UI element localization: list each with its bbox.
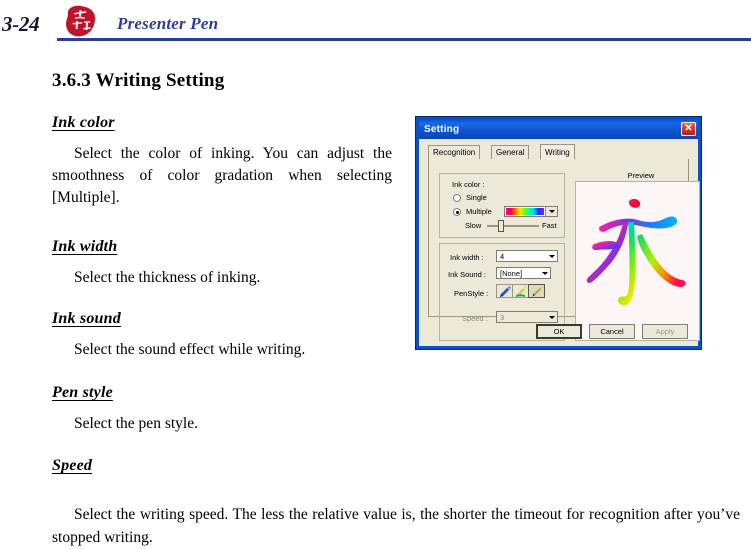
radio-single-label: Single [466, 193, 487, 202]
body-ink-sound: Select the sound effect while writing. [74, 341, 306, 358]
radio-multiple[interactable] [453, 208, 461, 216]
dialog-title: Setting [424, 124, 460, 135]
ink-sound-combo[interactable]: [None] [496, 267, 551, 279]
dialog-tabs: Recognition General Writing [428, 144, 689, 160]
preview-canvas [575, 181, 700, 341]
header-title: Presenter Pen [117, 14, 219, 33]
red-seal-logo-icon [62, 4, 99, 38]
dialog-body: Recognition General Writing Ink color : … [422, 139, 700, 343]
cancel-button[interactable]: Cancel [589, 324, 635, 339]
sub-heading-ink-sound: Ink sound [52, 310, 121, 327]
speed-label: Speed : [462, 314, 488, 323]
block-ink-sound: Ink sound Select the sound effect while … [52, 308, 392, 361]
block-ink-width: Ink width Select the thickness of inking… [52, 236, 392, 289]
page-header: 3-24 Presenter Pen [0, 0, 751, 44]
pen-style-buttons [496, 284, 545, 298]
speed-value: 3 [500, 312, 505, 322]
ok-button[interactable]: OK [536, 324, 582, 339]
slider-max-label: Fast [542, 221, 557, 230]
ink-width-label: Ink width : [450, 253, 484, 262]
blue-pen-icon[interactable] [496, 284, 513, 298]
tab-writing[interactable]: Writing [540, 144, 575, 160]
speed-combo[interactable]: 3 [496, 311, 558, 323]
tab-page-writing: Ink color : Single Multiple Slow Fast In… [428, 159, 700, 341]
body-speed: Select the writing speed. The less the r… [52, 505, 740, 546]
ink-color-label: Ink color : [452, 180, 485, 189]
radio-single[interactable] [453, 194, 461, 202]
gradient-swatch [506, 208, 544, 215]
body-ink-width: Select the thickness of inking. [74, 269, 261, 286]
preview-label: Preview [627, 171, 655, 180]
body-pen-style: Select the pen style. [74, 415, 198, 432]
body-ink-color: Select the color of inking. You can adju… [52, 145, 392, 206]
ink-color-group: Ink color : Single Multiple Slow Fast [439, 173, 565, 238]
ink-sound-value: [None] [500, 268, 523, 278]
ink-width-value: 4 [500, 251, 505, 261]
dialog-titlebar: Setting ✕ [419, 120, 698, 139]
ink-width-combo[interactable]: 4 [496, 250, 558, 262]
ink-sound-label: Ink Sound : [448, 270, 486, 279]
apply-button[interactable]: Apply [642, 324, 688, 339]
sub-heading-ink-width: Ink width [52, 238, 118, 255]
sub-heading-speed: Speed [52, 457, 93, 474]
smoothness-slider-track[interactable] [487, 225, 539, 227]
page-title: 3.6.3 Writing Setting [52, 70, 225, 91]
smoothness-slider-thumb[interactable] [498, 220, 504, 232]
tab-recognition[interactable]: Recognition [428, 145, 481, 159]
block-ink-color: Ink color Select the color of inking. Yo… [52, 112, 392, 209]
setting-dialog-screenshot: Setting ✕ Recognition General Writing In… [415, 116, 702, 350]
block-speed: Speed [52, 455, 392, 486]
dark-brush-icon[interactable] [528, 284, 545, 298]
header-rule [57, 38, 751, 41]
ink-gradient-combo[interactable] [504, 206, 558, 217]
page-number: 3-24 [2, 12, 40, 36]
close-icon[interactable]: ✕ [681, 122, 696, 136]
pen-style-label: PenStyle : [454, 289, 489, 298]
chevron-down-icon[interactable] [545, 207, 557, 216]
dialog-buttons: OK Cancel Apply [536, 324, 688, 339]
slider-min-label: Slow [465, 221, 482, 230]
dialog-frame: Setting ✕ Recognition General Writing In… [416, 117, 701, 349]
sub-heading-ink-color: Ink color [52, 114, 115, 131]
tab-general[interactable]: General [491, 145, 530, 159]
green-brush-icon[interactable] [512, 284, 529, 298]
radio-multiple-label: Multiple [466, 207, 492, 216]
block-pen-style: Pen style Select the pen style. [52, 382, 392, 435]
sub-heading-pen-style: Pen style [52, 384, 113, 401]
